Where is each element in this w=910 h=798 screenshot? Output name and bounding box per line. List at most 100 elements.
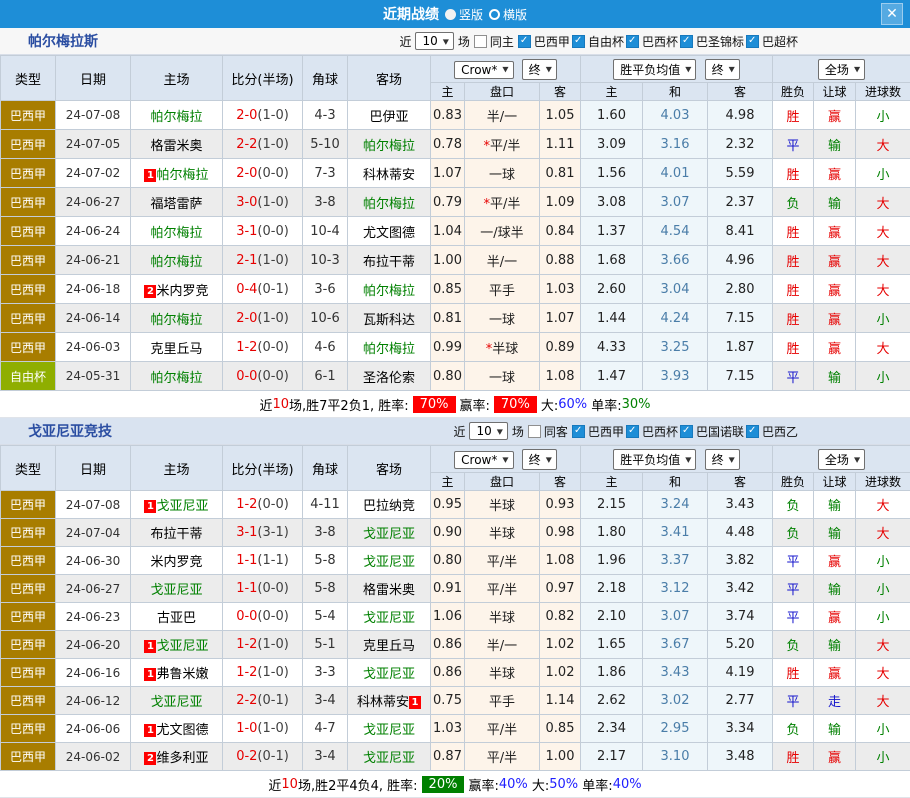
avg-stage-select[interactable]: 终▼ <box>705 449 740 470</box>
checkbox-icon[interactable] <box>680 425 693 438</box>
type-cell: 巴西甲 <box>1 547 56 575</box>
filter-bar: 近 10▼ 场 同主 巴西甲自由杯巴西杯巴圣锦标巴超杯 <box>399 32 798 50</box>
match-row: 巴西甲24-07-021帕尔梅拉2-0(0-0)7-3科林蒂安1.07一球0.8… <box>1 159 910 188</box>
checkbox-icon[interactable] <box>528 425 541 438</box>
rate-badge: 70% <box>494 396 537 413</box>
league-checkbox[interactable]: 巴圣锦标 <box>680 33 744 50</box>
bookmaker-select[interactable]: Crow*▼ <box>454 61 513 79</box>
odds-stage-select[interactable]: 终▼ <box>522 59 557 80</box>
avg-away-cell: 2.80 <box>708 275 773 304</box>
team-name-heading: 帕尔梅拉斯 <box>0 31 98 51</box>
away-odds-cell: 1.11 <box>540 130 581 159</box>
checkbox-icon[interactable] <box>626 35 639 48</box>
close-icon[interactable]: ✕ <box>881 3 903 25</box>
summary-text: 30% <box>622 397 651 412</box>
checkbox-icon[interactable] <box>572 35 585 48</box>
home-team-cell: 1戈亚尼亚 <box>131 491 223 519</box>
radio-selected-icon[interactable] <box>445 9 456 20</box>
league-checkbox[interactable]: 巴西杯 <box>626 33 678 50</box>
match-count-select[interactable]: 10▼ <box>469 422 507 440</box>
type-cell: 巴西甲 <box>1 101 56 130</box>
team-name: 帕尔梅拉 <box>150 371 202 386</box>
red-card-badge: 1 <box>144 169 156 182</box>
checkbox-icon[interactable] <box>680 35 693 48</box>
checkbox-icon[interactable] <box>474 35 487 48</box>
col-avg-away: 客 <box>708 83 773 101</box>
team-name: 戈亚尼亚 <box>363 667 415 682</box>
layout-radio-vertical[interactable]: 竖版 <box>445 6 483 23</box>
avg-home-cell: 1.68 <box>581 246 643 275</box>
home-odds-cell: 0.75 <box>431 687 465 715</box>
checkbox-icon[interactable] <box>746 425 759 438</box>
result-cell: 胜 <box>773 217 814 246</box>
match-count-select[interactable]: 10▼ <box>415 32 453 50</box>
scope-select[interactable]: 全场▼ <box>818 449 865 470</box>
match-row: 巴西甲24-06-24帕尔梅拉3-1(0-0)10-4尤文图德1.04一/球半0… <box>1 217 910 246</box>
corner-cell: 4-11 <box>303 491 348 519</box>
team-name: 米内罗竞 <box>150 555 202 570</box>
bookmaker-select[interactable]: Crow*▼ <box>454 451 513 469</box>
handicap-result-cell: 输 <box>814 491 856 519</box>
league-checkbox[interactable]: 巴西乙 <box>746 423 798 440</box>
checkbox-icon[interactable] <box>626 425 639 438</box>
layout-radio-horizontal[interactable]: 横版 <box>489 6 527 23</box>
away-team-cell: 巴伊亚 <box>348 101 431 130</box>
match-row: 巴西甲24-06-201戈亚尼亚1-2(1-0)5-1克里丘马0.86半/一1.… <box>1 631 910 659</box>
handicap-cell: 一/球半 <box>465 217 540 246</box>
date-cell: 24-07-02 <box>56 159 131 188</box>
scope-select[interactable]: 全场▼ <box>818 59 865 80</box>
fulltime-score: 0-4 <box>236 282 257 297</box>
corner-cell: 3-4 <box>303 687 348 715</box>
away-odds-cell: 1.14 <box>540 687 581 715</box>
result-cell: 胜 <box>773 659 814 687</box>
away-team-cell: 尤文图德 <box>348 217 431 246</box>
handicap-result-cell: 输 <box>814 631 856 659</box>
checkbox-icon[interactable] <box>518 35 531 48</box>
handicap-cell: 半球 <box>465 519 540 547</box>
col-odds-home: 主 <box>431 83 465 101</box>
col-type: 类型 <box>1 446 56 491</box>
date-cell: 24-07-05 <box>56 130 131 159</box>
title-bar: 近期战绩 竖版 横版 ✕ <box>0 0 910 28</box>
league-checkbox[interactable]: 巴超杯 <box>746 33 798 50</box>
matches-table: 类型 日期 主场 比分(半场) 角球 客场 Crow*▼ 终▼ 胜平负均值▼ 终… <box>0 445 910 771</box>
odds-group-header: Crow*▼ 终▼ <box>431 446 581 473</box>
same-venue-checkbox[interactable]: 同主 <box>474 33 514 50</box>
league-checkbox[interactable]: 巴西杯 <box>626 423 678 440</box>
score-cell: 1-0(1-0) <box>223 715 303 743</box>
date-cell: 24-06-18 <box>56 275 131 304</box>
fulltime-score: 2-0 <box>236 311 257 326</box>
summary: 近10场,胜2平4负4, 胜率:20%赢率:40% 大:50% 单率:40% <box>0 771 910 798</box>
league-checkbox[interactable]: 巴西甲 <box>518 33 570 50</box>
goals-result-cell: 小 <box>856 715 910 743</box>
away-team-cell: 格雷米奥 <box>348 575 431 603</box>
goals-result-cell: 大 <box>856 246 910 275</box>
league-checkbox[interactable]: 巴国诺联 <box>680 423 744 440</box>
col-corner: 角球 <box>303 56 348 101</box>
handicap-cell: *半球 <box>465 333 540 362</box>
avg-select[interactable]: 胜平负均值▼ <box>613 59 696 80</box>
halftime-score: (0-1) <box>257 693 288 708</box>
same-venue-checkbox[interactable]: 同客 <box>528 423 568 440</box>
avg-draw-cell: 3.07 <box>643 188 708 217</box>
checkbox-icon[interactable] <box>746 35 759 48</box>
avg-away-cell: 3.82 <box>708 547 773 575</box>
league-label: 巴西甲 <box>588 423 624 440</box>
chevron-down-icon: ▼ <box>497 427 503 435</box>
odds-stage-select[interactable]: 终▼ <box>522 449 557 470</box>
league-filters: 巴西甲巴西杯巴国诺联巴西乙 <box>572 423 798 440</box>
team-name: 巴拉纳竞 <box>363 499 415 514</box>
checkbox-icon[interactable] <box>572 425 585 438</box>
recent-results-dialog: 近期战绩 竖版 横版 ✕ 帕尔梅拉斯 近 10▼ 场 同主 <box>0 0 910 798</box>
avg-home-cell: 1.44 <box>581 304 643 333</box>
result-cell: 胜 <box>773 275 814 304</box>
away-team-cell: 戈亚尼亚 <box>348 715 431 743</box>
league-checkbox[interactable]: 巴西甲 <box>572 423 624 440</box>
away-team-cell: 克里丘马 <box>348 631 431 659</box>
radio-unselected-icon[interactable] <box>489 9 500 20</box>
league-checkbox[interactable]: 自由杯 <box>572 33 624 50</box>
avg-stage-select[interactable]: 终▼ <box>705 59 740 80</box>
avg-select[interactable]: 胜平负均值▼ <box>613 449 696 470</box>
fulltime-score: 0-2 <box>236 749 257 764</box>
avg-away-cell: 3.74 <box>708 603 773 631</box>
